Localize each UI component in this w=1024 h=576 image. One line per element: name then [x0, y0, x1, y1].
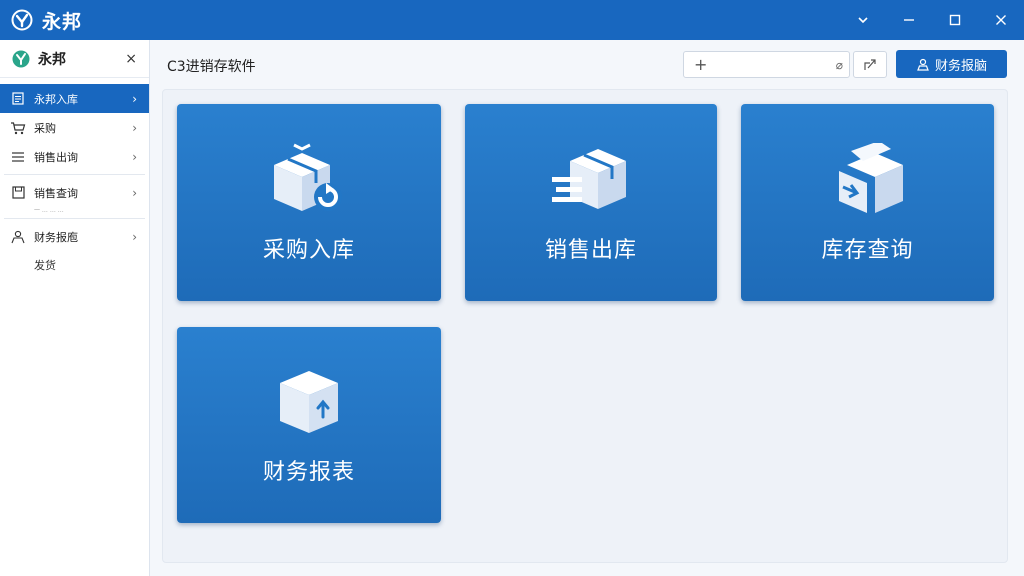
- chevron-right-icon: ›: [132, 229, 137, 244]
- window-controls: [840, 0, 1024, 40]
- main-area: C3进销存软件 + ⌀ 财务报脑 采购入库 销售出库 库存查询 财务报表: [150, 40, 1024, 576]
- box-speed-icon: [546, 142, 636, 218]
- title-bar: 永邦: [0, 0, 1024, 40]
- export-icon: [864, 58, 876, 70]
- minimize-icon: [904, 19, 914, 21]
- people-icon: [10, 229, 26, 245]
- app-title: 永邦: [42, 10, 83, 33]
- sidebar-divider: [4, 174, 145, 175]
- chevron-right-icon: ›: [132, 91, 137, 106]
- sidebar-close-icon[interactable]: ×: [125, 51, 137, 67]
- tile-label: 库存查询: [821, 237, 914, 263]
- sidebar-item-sales-query[interactable]: 销售查询 ›: [0, 178, 149, 207]
- sidebar-item-purchase[interactable]: 采购 ›: [0, 113, 149, 142]
- tile-finance-report[interactable]: 财务报表: [177, 327, 441, 523]
- chevron-right-icon: ›: [132, 120, 137, 135]
- sidebar: 永邦 × 永邦入库 › 采购 › 销售出询 › 销售查询 › 一 … … … 财…: [0, 40, 150, 576]
- sidebar-item-finance[interactable]: 财务报庖 ›: [0, 222, 149, 251]
- export-button[interactable]: [853, 51, 887, 78]
- box-return-icon: [264, 142, 354, 218]
- sidebar-item-label: 销售出询: [34, 150, 78, 164]
- sidebar-item-label: 永邦入库: [34, 92, 78, 106]
- cart-icon: [10, 120, 26, 136]
- save-icon: [10, 185, 26, 201]
- plus-icon: +: [694, 55, 708, 74]
- chevron-right-icon: ›: [132, 149, 137, 164]
- sidebar-header: 永邦 ×: [0, 40, 149, 78]
- list-icon: [10, 91, 26, 107]
- menu-icon: [10, 149, 26, 165]
- box-upload-icon: [264, 364, 354, 440]
- dropdown-button[interactable]: [840, 0, 886, 40]
- sidebar-faint-text: 一 … … …: [34, 207, 64, 214]
- tile-purchase-inbound[interactable]: 采购入库: [177, 104, 441, 301]
- sidebar-item-label: 销售查询: [34, 186, 78, 200]
- person-icon: [917, 58, 929, 71]
- tile-label: 财务报表: [262, 460, 355, 485]
- tile-sales-outbound[interactable]: 销售出库: [465, 104, 717, 301]
- tile-label: 销售出库: [544, 237, 637, 263]
- tile-label: 采购入库: [262, 237, 355, 263]
- chevron-down-icon: [858, 17, 868, 24]
- sidebar-item-inbound[interactable]: 永邦入库 ›: [0, 84, 149, 113]
- page-title: C3进销存软件: [167, 59, 256, 75]
- sidebar-item-sales-out[interactable]: 销售出询 ›: [0, 142, 149, 171]
- app-logo-icon: [10, 8, 34, 32]
- minimize-button[interactable]: [886, 0, 932, 40]
- clear-icon[interactable]: ⌀: [836, 58, 843, 72]
- tile-inventory-query[interactable]: 库存查询: [741, 104, 994, 301]
- finance-report-label: 财务报脑: [934, 58, 987, 74]
- maximize-icon: [949, 14, 961, 26]
- sidebar-item-label: 采购: [34, 121, 56, 135]
- finance-report-button[interactable]: 财务报脑: [896, 50, 1007, 78]
- sidebar-item-label: 财务报庖: [34, 230, 78, 244]
- sidebar-title: 永邦: [38, 51, 66, 68]
- box-arrow-icon: [823, 142, 913, 218]
- close-button[interactable]: [978, 0, 1024, 40]
- chevron-right-icon: ›: [132, 185, 137, 200]
- sidebar-subitem-shipping[interactable]: 发货: [0, 251, 149, 279]
- search-input[interactable]: + ⌀: [683, 51, 850, 78]
- maximize-button[interactable]: [932, 0, 978, 40]
- close-icon: [996, 15, 1006, 25]
- sidebar-divider: [4, 218, 145, 219]
- sidebar-logo-icon: [12, 50, 30, 67]
